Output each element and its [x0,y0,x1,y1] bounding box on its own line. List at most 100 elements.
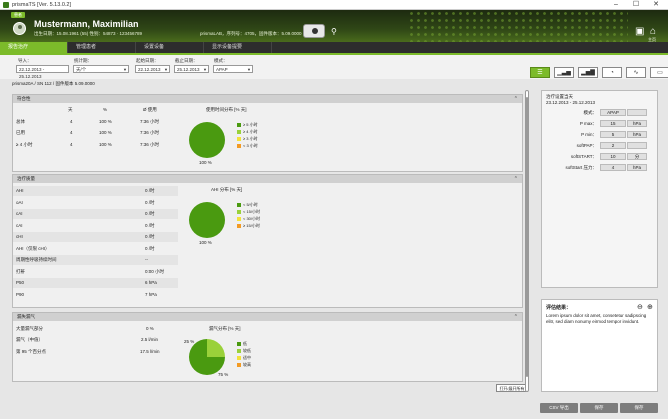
add-icon[interactable]: ⊕ [647,303,653,311]
row-value: 6 hPa [145,280,157,285]
device-line: prisma20A / SN 112 / 固件版本 5.09.0000 [12,81,95,86]
row-pct: 100 % [99,130,112,135]
therapy-section: 治疗质量 ⌃ AHI 0 /时 oAI 0 /时 cAI 0 /时 cAI 0 /时 cHI 0 /… [12,174,523,308]
csv-export-button[interactable]: CSV 导出 [540,403,578,413]
setting-label: softSTART： [570,154,597,159]
row-value: 0 /时 [145,222,155,228]
legend-swatch [237,341,241,346]
usage-pie [189,122,225,158]
legend-label: < 15/小时 [243,209,261,214]
section-title: 漏失漏气 [17,314,35,319]
row-label: cAI [16,222,23,228]
end-date-field[interactable]: 25.12.2013 ▼ [174,65,209,73]
row-avg: 7:36 小时 [140,142,160,147]
start-date-field[interactable]: 22.12.2013 ▼ [135,65,170,73]
legend-label: < 5/小时 [243,202,258,207]
legend-swatch [237,216,241,221]
row-label: cAI [16,211,23,216]
scrollbar-thumb[interactable] [526,97,528,377]
maximize-button[interactable]: ☐ [626,0,646,10]
chart-title: 使用时间分布 [% 天] [206,107,247,112]
row-label: AHI [16,188,24,193]
row-label: AHI（仅限 cHI） [16,245,50,251]
print-button[interactable]: 保存 [620,403,658,413]
bar-chart-icon[interactable]: ▁▃▅ [554,67,574,78]
histogram-icon[interactable]: ▂▅▇ [578,67,598,78]
row-value: 0 /时 [145,199,155,205]
chevron-up-icon[interactable]: ⌃ [514,175,518,183]
panel-date-range: 23.12.2013 - 25.12.2013 [546,100,596,105]
home-icon[interactable]: ⌂ [650,26,656,37]
row-avg: 7:36 小时 [140,119,160,124]
legend-label: 较低 [243,348,251,353]
setting-value: 15 [600,120,626,127]
window-titlebar: prismaTS [Ver. 5.13.0.2] – ☐ ✕ [0,0,668,10]
tab-set-device[interactable]: 设置设备 [136,42,204,53]
row-pct: 100 % [99,119,112,124]
expand-all-button[interactable]: 打开/展开所有 [496,384,528,392]
setting-value: 10 [600,153,626,160]
row-value: 0:00 小时 [145,268,165,274]
scrollbar[interactable] [525,90,529,392]
ahi-pie [189,202,225,238]
legend-item: ≥ 3 小时 [237,135,258,142]
legend-item: 低 [237,340,251,347]
edit-icon[interactable]: ⊖ [637,303,643,311]
interval-select[interactable]: 天/个 ▼ [73,65,129,73]
row-days: 4 [70,142,73,147]
row-value: 2.5 l/min [141,337,159,342]
legend-item: < 3 小时 [237,142,258,149]
legend-item: < 15/小时 [237,208,260,215]
row-value: 0 % [146,326,154,331]
legend-label: ≥ 4 小时 [243,129,258,134]
chevron-down-icon: ▼ [203,67,207,72]
tab-device-summary[interactable]: 显示设备提要 [204,42,272,53]
legend-swatch [237,355,241,360]
patient-info: 出生日期：15.08.1961 (55) 性别：54873 · 12345678… [34,31,143,36]
view-toolbar: ☰ ▁▃▅ ▂▅▇ ◔ ∿ ▭ [530,67,668,78]
row-value: 0 /时 [145,234,155,239]
save-button[interactable]: 保存 [580,403,618,413]
import-select[interactable]: 22.12.2013 - 25.12.2013 [16,65,69,79]
setting-label: softPAP： [576,143,597,148]
leak-legend: 低 较低 适中 较高 [237,340,251,368]
legend-swatch [237,202,241,207]
start-value: 22.12.2013 [138,67,161,72]
end-value: 25.12.2013 [177,67,200,72]
curve-icon[interactable]: ∿ [626,67,646,78]
interval-label: 统计期： [74,58,92,63]
pressure-icon[interactable]: ◔ [602,67,622,78]
list-view-icon[interactable]: ☰ [530,67,550,78]
minimize-button[interactable]: – [606,0,626,10]
row-value: 17.5 l/min [140,349,160,354]
tab-report-therapy[interactable]: 报告治疗 [0,42,68,53]
row-label: ≥ 4 小时 [16,142,33,147]
close-button[interactable]: ✕ [646,0,666,10]
legend-swatch [237,143,241,148]
tab-manage-patients[interactable]: 管理患者 [68,42,136,53]
setting-unit [627,109,647,116]
section-header[interactable]: 漏失漏气 ⌃ [13,313,522,321]
legend-item: < 5/小时 [237,201,260,208]
settings-row: P max： 15 hPa [542,119,659,128]
row-label: 总体 [16,119,25,124]
setting-label: softStart 压力： [565,165,597,170]
app-icon [3,1,9,8]
device-view-icon[interactable]: ▭ [650,67,668,78]
chevron-up-icon[interactable]: ⌃ [514,95,518,103]
mode-select[interactable]: APAP ▼ [213,65,253,73]
section-header[interactable]: 治疗质量 ⌃ [13,175,522,183]
pie-label: 100 % [199,240,212,245]
legend-item: 适中 [237,354,251,361]
legend-label: < 30/小时 [243,216,261,221]
section-header[interactable]: 符合性 ⌃ [13,95,522,103]
settings-row: softStart 压力： 4 hPa [542,163,659,172]
save-disk-icon[interactable]: ▣ [635,26,644,37]
pie-small-label: 25 % [184,339,195,344]
patient-badge: 患者 [11,12,25,18]
panel-title: 治疗设置当天 23.12.2013 - 25.12.2013 [546,94,595,106]
setting-label: 模式： [583,110,598,115]
chevron-up-icon[interactable]: ⌃ [514,313,518,321]
comment-title: 评估结果： [546,305,572,311]
pie-label: 100 % [199,160,212,165]
